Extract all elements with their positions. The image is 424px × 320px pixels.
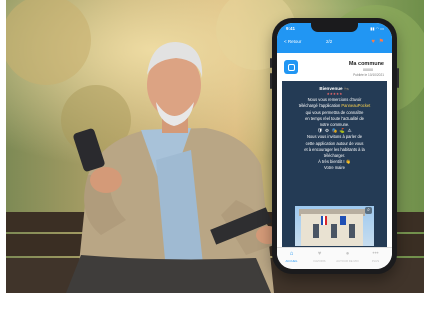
- smartphone-mockup: 9:41 ▮▮ ◠ ▭ < Retour 2/2 ♥ ⚑ Ma commune …: [270, 18, 399, 274]
- more-icon: •••: [372, 251, 379, 257]
- power-button: [397, 68, 399, 88]
- tab-favoris[interactable]: ♥ FAVORIS: [307, 251, 332, 263]
- town-hall-window: [313, 224, 319, 238]
- tab-label: AUTOUR DE MOI: [336, 259, 359, 263]
- heart-icon: ♥: [317, 251, 322, 257]
- published-date: Publiée le 10/10/2021: [353, 73, 384, 77]
- bottom-whitespace: [0, 293, 424, 320]
- tab-label: ACCUEIL: [285, 259, 298, 263]
- home-icon: ⌂: [289, 251, 294, 257]
- town-hall-photo[interactable]: ⌕: [295, 206, 374, 246]
- location-icon: ●: [345, 251, 350, 257]
- status-icons: ▮▮ ◠ ▭: [370, 26, 384, 31]
- town-hall-window: [331, 224, 337, 238]
- status-time: 9:41: [286, 26, 296, 31]
- post-card: Ma commune 00000 Publiée le 10/10/2021 B…: [282, 56, 387, 249]
- commune-logo-icon: [284, 60, 298, 74]
- phone-notch: [311, 23, 358, 32]
- commune-name: Ma commune: [348, 61, 384, 67]
- zoom-icon[interactable]: ⌕: [365, 207, 372, 214]
- tab-label: FAVORIS: [313, 259, 326, 263]
- phone-screen: 9:41 ▮▮ ◠ ▭ < Retour 2/2 ♥ ⚑ Ma commune …: [277, 23, 392, 269]
- app-name-link[interactable]: PanneauPocket: [341, 103, 370, 108]
- town-hall-window: [349, 224, 355, 238]
- tab-autour-de-moi[interactable]: ● AUTOUR DE MOI: [335, 251, 360, 263]
- page-counter: 2/2: [326, 39, 333, 44]
- commune-code: 00000: [363, 68, 373, 72]
- back-button[interactable]: < Retour: [284, 39, 301, 44]
- bottom-tab-bar: ⌂ ACCUEIL ♥ FAVORIS ● AUTOUR DE MOI ••• …: [277, 247, 392, 269]
- french-flag: [321, 216, 327, 225]
- tab-plus[interactable]: ••• PLUS: [363, 251, 388, 263]
- volume-button: [270, 58, 272, 68]
- favorite-and-report-icons[interactable]: ♥ ⚑: [371, 38, 385, 45]
- signature: Votre maire: [324, 165, 345, 171]
- volume-button: [270, 73, 272, 89]
- tab-accueil[interactable]: ⌂ ACCUEIL: [279, 251, 304, 263]
- tab-label: PLUS: [371, 259, 380, 263]
- eu-flag: [340, 216, 346, 225]
- message-body: Bienvenue 🐜 ★★★★★ Nous vous remercions d…: [282, 81, 387, 249]
